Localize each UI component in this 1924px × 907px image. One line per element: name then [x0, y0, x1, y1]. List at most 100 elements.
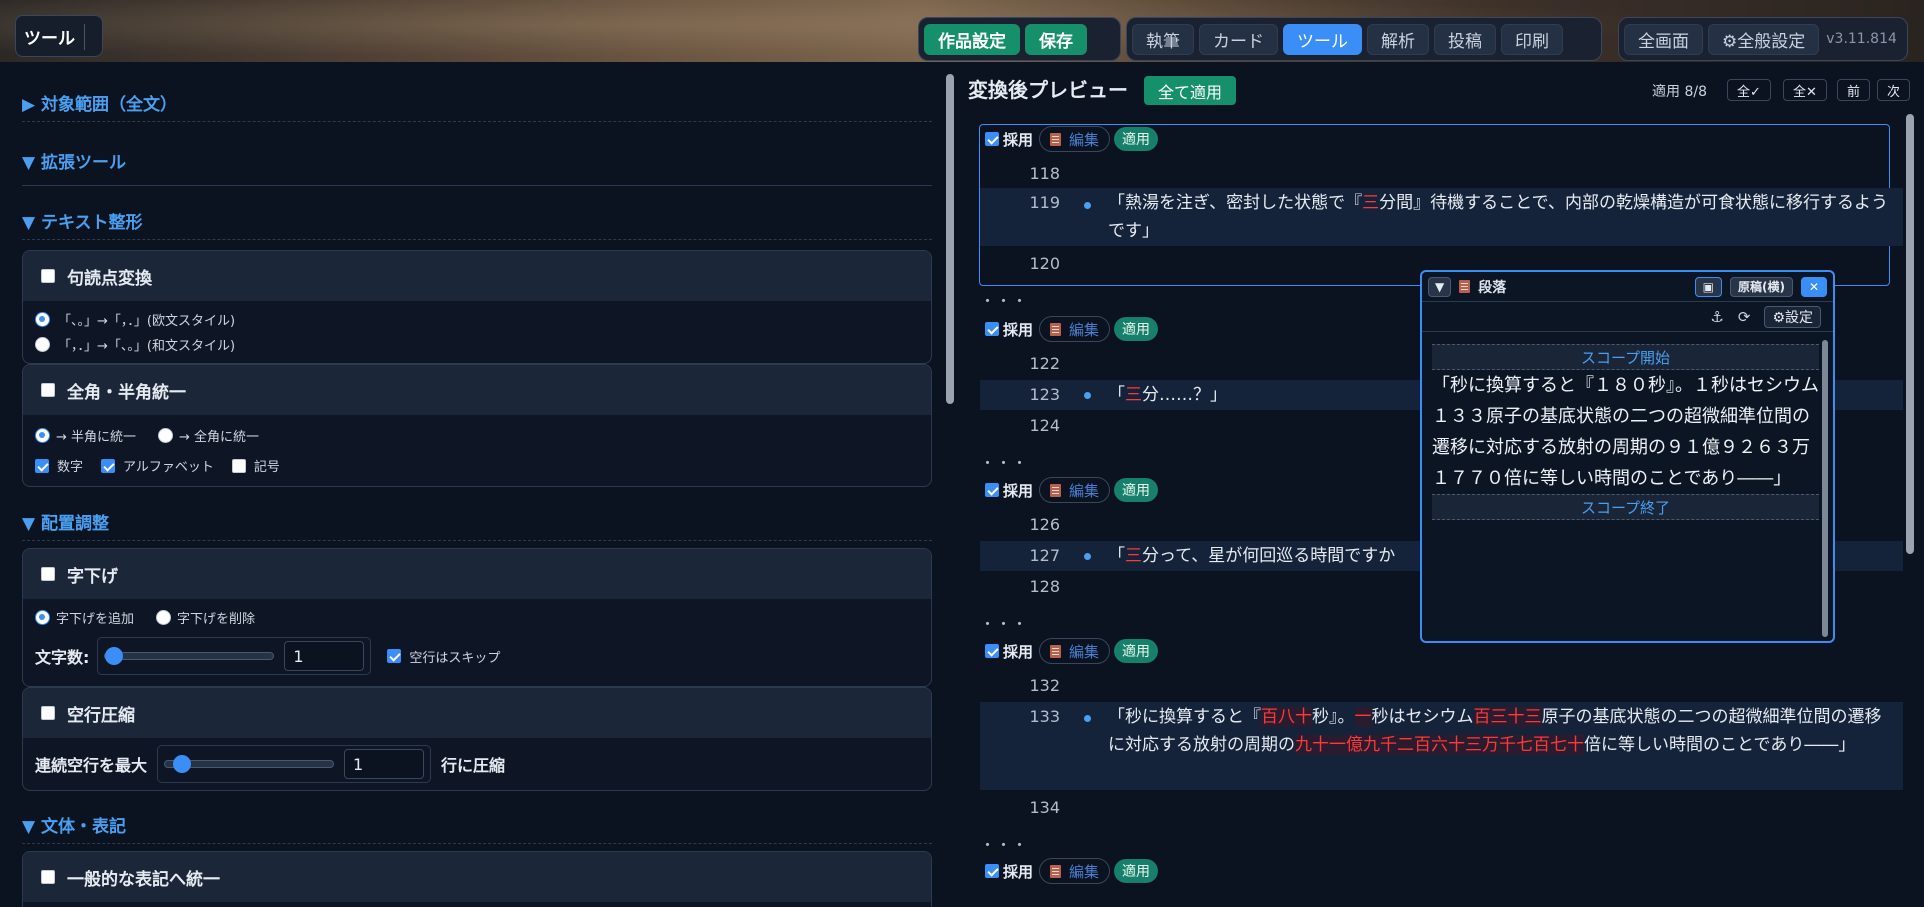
line-number: 123 [1029, 385, 1060, 404]
entry-header: 採用 編集 適用 [985, 126, 1159, 152]
digits-label: 数字 [57, 460, 84, 475]
edit-label: 編集 [1069, 320, 1100, 339]
popup-scrollbar[interactable] [1822, 340, 1828, 637]
edit-button[interactable]: 編集 [1039, 316, 1111, 342]
text-segment: 「秒に換算すると『 [1108, 707, 1261, 727]
skip-blank-label: 空行はスキップ [409, 650, 501, 666]
tab-print[interactable]: 印刷 [1501, 23, 1563, 55]
to-half-radio[interactable] [35, 428, 50, 443]
punct-option-2-label: 「，．」→「、。」(和文スタイル) [58, 339, 236, 354]
edit-button[interactable]: 編集 [1039, 477, 1111, 503]
indent-add-radio[interactable] [35, 610, 50, 625]
edit-button[interactable]: 編集 [1039, 638, 1111, 664]
mode-button[interactable]: 原稿(横) [1729, 276, 1793, 297]
normalize-header: 一般的な表記へ統一 [23, 852, 931, 902]
adopt-label: 採用 [1003, 642, 1034, 661]
punctuation-checkbox[interactable] [41, 269, 55, 283]
width-checkbox[interactable] [41, 383, 55, 397]
project-settings-button[interactable]: 作品設定 [924, 23, 1020, 55]
changed-segment: 一 [1354, 707, 1372, 727]
punct-option-1[interactable]: 「、。」→「，．」(欧文スタイル) [23, 310, 931, 329]
applied-tag: 適用 [1114, 478, 1159, 502]
pin-icon[interactable]: ▣ [1694, 276, 1722, 297]
indent-remove-radio[interactable] [156, 610, 172, 625]
section-layout[interactable]: ▼ 配置調整 [22, 509, 932, 541]
clear-all-button[interactable]: 全✕ [1783, 79, 1827, 101]
blank-suffix-label: 行に圧縮 [441, 756, 506, 775]
indent-card: 字下げ 字下げを追加 字下げを削除 文字数: 1 空行はスキップ [22, 548, 932, 687]
digits-checkbox[interactable] [35, 458, 49, 473]
check-all-button[interactable]: 全✓ [1727, 79, 1771, 101]
adopt-checkbox[interactable] [985, 644, 999, 658]
document-icon [1050, 864, 1062, 878]
blank-max-row: 連続空行を最大 1 行に圧縮 [23, 745, 931, 783]
close-icon[interactable]: ✕ [1800, 276, 1827, 297]
general-settings-button[interactable]: ⚙全般設定 [1708, 23, 1820, 55]
normalize-title: 一般的な表記へ統一 [67, 869, 220, 890]
next-button[interactable]: 次 [1877, 79, 1911, 101]
change-marker [1084, 202, 1091, 209]
preview-line-changed[interactable]: 133 「秒に換算すると『百八十秒』。一秒はセシウム百三十三原子の基底状態の二つ… [980, 702, 1903, 790]
to-full-radio[interactable] [158, 428, 174, 443]
skip-blank-checkbox[interactable] [387, 649, 402, 663]
indent-add-label: 字下げを追加 [56, 612, 135, 627]
tab-tools[interactable]: ツール [1283, 23, 1362, 55]
document-icon [1050, 644, 1062, 658]
blank-slider[interactable] [164, 755, 335, 773]
indent-slider[interactable] [104, 647, 275, 665]
adopt-checkbox[interactable] [985, 483, 999, 497]
symbols-checkbox[interactable] [231, 458, 246, 473]
adopt-checkbox[interactable] [985, 864, 999, 878]
to-half-label: → 半角に統一 [56, 430, 137, 445]
applied-count: 適用 8/8 [1652, 84, 1707, 100]
slider-thumb[interactable] [105, 647, 124, 665]
alpha-checkbox[interactable] [101, 458, 116, 473]
preview-line-changed[interactable]: 119 「熱湯を注ぎ、密封した状態で『三分間』待機することで、内部の乾燥構造が可… [980, 188, 1903, 246]
section-scope[interactable]: ▶ 対象範囲（全文） [22, 90, 932, 122]
popup-settings-button[interactable]: ⚙設定 [1764, 305, 1821, 328]
adopt-checkbox[interactable] [985, 322, 999, 336]
fullscreen-button[interactable]: 全画面 [1624, 23, 1703, 55]
punct-radio-2[interactable] [35, 337, 50, 352]
global-button-group: 全画面 ⚙全般設定 v3.11.814 [1618, 17, 1908, 61]
apply-all-button[interactable]: 全て適用 [1144, 76, 1237, 105]
edit-button[interactable]: 編集 [1039, 858, 1111, 884]
indent-count-input[interactable]: 1 [284, 641, 365, 671]
left-scrollbar[interactable] [946, 74, 954, 404]
width-mode-row: → 半角に統一 → 全角に統一 [23, 426, 931, 445]
indent-checkbox[interactable] [41, 567, 55, 581]
section-text-format[interactable]: ▼ テキスト整形 [22, 208, 932, 240]
normalize-checkbox[interactable] [41, 870, 55, 884]
save-button[interactable]: 保存 [1025, 23, 1087, 55]
blank-compress-card: 空行圧縮 連続空行を最大 1 行に圧縮 [22, 687, 932, 791]
entry-header: 採用 編集 適用 [985, 858, 1159, 884]
applied-tag: 適用 [1114, 639, 1159, 663]
anchor-icon[interactable]: ⚓ [1710, 308, 1723, 326]
width-card: 全角・半角統一 → 半角に統一 → 全角に統一 数字 アルファベット 記号 [22, 364, 932, 487]
gap-ellipsis: ・・・ [980, 615, 1029, 633]
punct-radio-1[interactable] [35, 312, 50, 327]
slider-thumb[interactable] [173, 755, 192, 773]
tab-write[interactable]: 執筆 [1132, 23, 1194, 55]
text-segment: 「 [1108, 385, 1125, 405]
preview-scrollbar[interactable] [1906, 114, 1914, 554]
indent-slider-group: 1 [97, 637, 372, 675]
edit-label: 編集 [1069, 481, 1100, 500]
scope-start-label: スコープ開始 [1432, 344, 1819, 370]
adopt-checkbox[interactable] [985, 132, 999, 146]
tab-publish[interactable]: 投稿 [1434, 23, 1496, 55]
change-marker [1084, 392, 1091, 399]
prev-button[interactable]: 前 [1837, 79, 1871, 101]
tab-cards[interactable]: カード [1199, 23, 1278, 55]
tab-analysis[interactable]: 解析 [1367, 23, 1429, 55]
edit-button[interactable]: 編集 [1039, 126, 1111, 152]
collapse-icon[interactable]: ▼ [1428, 276, 1452, 297]
section-extended-tools[interactable]: ▼ 拡張ツール [22, 148, 932, 186]
blank-compress-checkbox[interactable] [41, 706, 55, 720]
punct-option-2[interactable]: 「，．」→「、。」(和文スタイル) [23, 335, 931, 354]
refresh-icon[interactable]: ⟳ [1738, 308, 1751, 326]
blank-max-input[interactable]: 1 [344, 749, 425, 779]
section-style[interactable]: ▼ 文体・表記 [22, 812, 932, 844]
edit-label: 編集 [1069, 642, 1100, 661]
panel-toggle-button[interactable]: ツール [15, 15, 103, 57]
